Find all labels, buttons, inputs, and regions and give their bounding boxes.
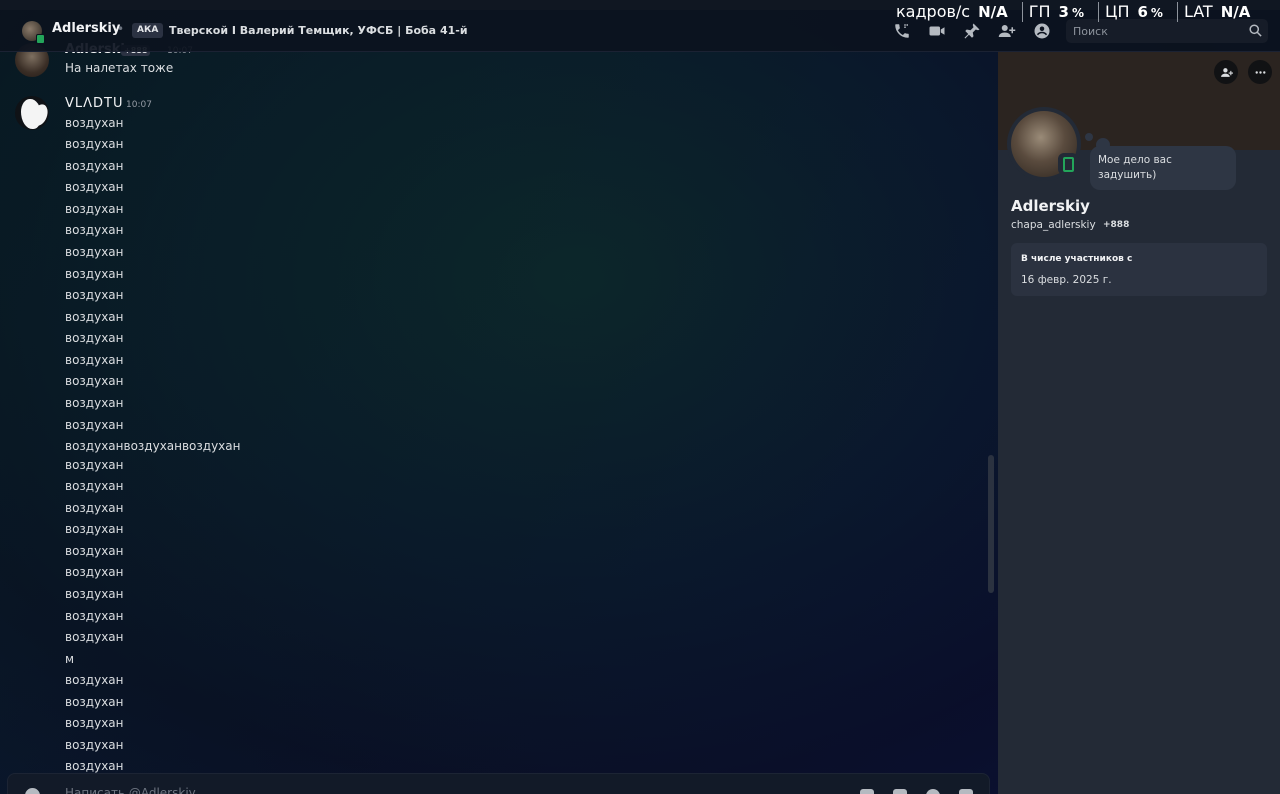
voice-call-icon[interactable] xyxy=(893,22,911,40)
header-separator: • xyxy=(117,22,125,36)
video-call-icon[interactable] xyxy=(928,22,946,40)
message-content: воздухан xyxy=(65,180,124,194)
message-content: воздухан xyxy=(65,396,124,410)
message-author[interactable]: VLΛDTU xyxy=(65,96,124,111)
message-content: воздухан xyxy=(65,738,124,752)
message-list-scrollbar[interactable] xyxy=(988,455,994,593)
dm-recipient-name[interactable]: Adlerskiy xyxy=(52,21,120,36)
pin-icon[interactable] xyxy=(963,22,981,40)
message-content: воздухан xyxy=(65,310,124,324)
message-content: воздухан xyxy=(65,501,124,515)
message-input[interactable] xyxy=(65,784,765,794)
user-profile-toggle-icon[interactable] xyxy=(1033,22,1051,40)
header-avatar[interactable] xyxy=(22,21,45,44)
message-content: воздухан xyxy=(65,353,124,367)
message-content: воздухан xyxy=(65,202,124,216)
perf-latency: LAT N/A xyxy=(1178,2,1264,22)
perf-cpu-label: ЦП xyxy=(1105,2,1130,21)
message-content: м xyxy=(65,652,75,666)
message-content: воздухан xyxy=(65,331,124,345)
perf-fps-label: кадров/с xyxy=(896,2,971,21)
message-content: воздухан xyxy=(65,116,124,130)
perf-gpu-unit: % xyxy=(1071,6,1085,20)
message-content: воздухан xyxy=(65,418,124,432)
app-window: Adlerskiy • АКА Тверской I Валерий Темщи… xyxy=(0,0,1280,794)
message-content: воздухан xyxy=(65,374,124,388)
perf-gpu-label: ГП xyxy=(1028,2,1051,21)
perf-fps-value: N/A xyxy=(978,3,1008,21)
message-content: воздухан xyxy=(65,544,124,558)
mobile-status-icon xyxy=(36,34,45,44)
message-content: воздухан xyxy=(65,479,124,493)
perf-latency-label: LAT xyxy=(1183,2,1213,21)
message-content: воздухан xyxy=(65,609,124,623)
message-content: воздуханвоздуханвоздухан xyxy=(65,439,241,453)
message-content: воздухан xyxy=(65,522,124,536)
perf-cpu: ЦП 6 % xyxy=(1099,2,1178,22)
member-since-date: 16 февр. 2025 г. xyxy=(1021,274,1112,286)
performance-overlay: кадров/с N/A ГП 3 % ЦП 6 % LAT N/A xyxy=(890,0,1280,24)
composer-toolbar xyxy=(860,789,973,794)
message-content: воздухан xyxy=(65,245,124,259)
message-content: воздухан xyxy=(65,137,124,151)
perf-latency-value: N/A xyxy=(1220,3,1251,21)
member-since-title: В числе участников с xyxy=(1021,254,1133,264)
avatar[interactable] xyxy=(15,96,49,130)
gif-icon[interactable] xyxy=(893,789,907,794)
custom-status-bubble: Мое дело вас задушить) xyxy=(1090,146,1236,190)
message-content: воздухан xyxy=(65,587,124,601)
message-content: воздухан xyxy=(65,288,124,302)
message-content: воздухан xyxy=(65,716,124,730)
message-content: воздухан xyxy=(65,695,124,709)
add-attachment-icon[interactable] xyxy=(25,788,40,794)
user-profile-panel: Мое дело вас задушить) Adlerskiy chapa_a… xyxy=(998,52,1280,794)
message-content: воздухан xyxy=(65,458,124,472)
status-bubble-tail xyxy=(1085,133,1093,141)
more-dots-icon xyxy=(1255,70,1265,74)
message-content: воздухан xyxy=(65,223,124,237)
message-content: воздухан xyxy=(65,759,124,773)
more-options-button[interactable] xyxy=(1248,60,1272,84)
add-friend-icon xyxy=(1220,67,1233,77)
message-content: воздухан xyxy=(65,673,124,687)
emoji-icon[interactable] xyxy=(959,789,973,794)
message-timestamp: 10:07 xyxy=(126,100,152,110)
custom-status-text: Тверской I Валерий Темщик, УФСБ | Боба 4… xyxy=(169,24,468,37)
message-content: На налетах тоже xyxy=(65,61,174,75)
gift-icon[interactable] xyxy=(860,789,874,794)
sticker-icon[interactable] xyxy=(926,789,940,794)
mobile-online-icon xyxy=(1058,153,1078,175)
clan-tag-badge[interactable]: АКА xyxy=(132,23,164,38)
message-composer xyxy=(7,773,990,794)
search-icon[interactable] xyxy=(1248,23,1263,38)
member-since-card: В числе участников с 16 февр. 2025 г. xyxy=(1011,243,1267,296)
profile-display-name: Adlerskiy xyxy=(1011,197,1090,215)
perf-fps: кадров/с N/A xyxy=(890,2,1023,22)
message-content: воздухан xyxy=(65,267,124,281)
profile-clan-tag[interactable]: +888 xyxy=(1103,220,1129,230)
profile-username[interactable]: chapa_adlerskiy xyxy=(1011,219,1096,231)
message-list[interactable]: Adlerskiy +888 10:07 На налетах тоже VLΛ… xyxy=(0,40,998,774)
perf-cpu-value: 6 xyxy=(1137,3,1148,21)
add-friend-button[interactable] xyxy=(1214,60,1238,84)
message-content: воздухан xyxy=(65,565,124,579)
message-content: воздухан xyxy=(65,630,124,644)
perf-cpu-unit: % xyxy=(1150,6,1163,20)
perf-gpu-value: 3 xyxy=(1058,3,1069,21)
message-content: воздухан xyxy=(65,159,124,173)
header-toolbar xyxy=(893,22,1051,40)
add-friends-icon[interactable] xyxy=(998,22,1016,40)
perf-gpu: ГП 3 % xyxy=(1023,2,1100,22)
